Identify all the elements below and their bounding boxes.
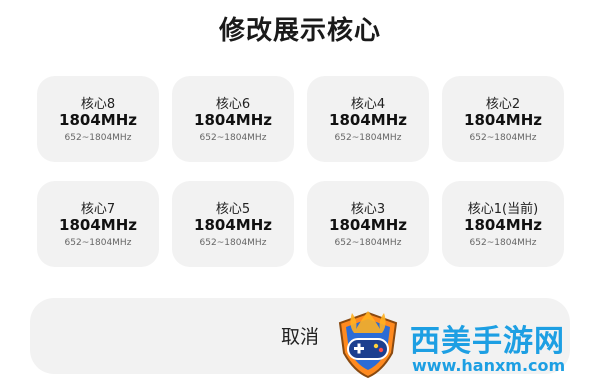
gamepad-shield-logo-icon bbox=[338, 311, 398, 379]
core-name: 核心4 bbox=[350, 97, 386, 112]
watermark-url: www.hanxm.com bbox=[412, 356, 566, 375]
core-frequency-range: 652~1804MHz bbox=[334, 133, 402, 143]
core-frequency: 1804MHz bbox=[59, 111, 137, 129]
core-frequency: 1804MHz bbox=[194, 216, 272, 234]
core-frequency: 1804MHz bbox=[464, 111, 542, 129]
core-name: 核心3 bbox=[350, 202, 386, 217]
core-card-2[interactable]: 核心2 1804MHz 652~1804MHz bbox=[442, 76, 564, 162]
core-card-8[interactable]: 核心8 1804MHz 652~1804MHz bbox=[37, 76, 159, 162]
core-card-1-current[interactable]: 核心1(当前) 1804MHz 652~1804MHz bbox=[442, 181, 564, 267]
core-name: 核心1(当前) bbox=[467, 202, 539, 217]
core-frequency-range: 652~1804MHz bbox=[469, 133, 537, 143]
core-name: 核心5 bbox=[215, 202, 251, 217]
core-name: 核心2 bbox=[485, 97, 521, 112]
core-frequency-range: 652~1804MHz bbox=[199, 133, 267, 143]
core-frequency-range: 652~1804MHz bbox=[64, 238, 132, 248]
core-frequency-range: 652~1804MHz bbox=[199, 238, 267, 248]
core-frequency-range: 652~1804MHz bbox=[334, 238, 402, 248]
core-frequency: 1804MHz bbox=[329, 111, 407, 129]
core-name: 核心7 bbox=[80, 202, 116, 217]
core-name: 核心8 bbox=[80, 97, 116, 112]
core-card-4[interactable]: 核心4 1804MHz 652~1804MHz bbox=[307, 76, 429, 162]
core-grid: 核心8 1804MHz 652~1804MHz 核心6 1804MHz 652~… bbox=[0, 0, 600, 290]
core-frequency: 1804MHz bbox=[464, 216, 542, 234]
core-card-3[interactable]: 核心3 1804MHz 652~1804MHz bbox=[307, 181, 429, 267]
core-frequency-range: 652~1804MHz bbox=[64, 133, 132, 143]
core-card-5[interactable]: 核心5 1804MHz 652~1804MHz bbox=[172, 181, 294, 267]
core-frequency-range: 652~1804MHz bbox=[469, 238, 537, 248]
core-card-7[interactable]: 核心7 1804MHz 652~1804MHz bbox=[37, 181, 159, 267]
core-name: 核心6 bbox=[215, 97, 251, 112]
core-frequency: 1804MHz bbox=[59, 216, 137, 234]
core-frequency: 1804MHz bbox=[329, 216, 407, 234]
watermark-brand: 西美手游网 bbox=[410, 324, 565, 359]
core-card-6[interactable]: 核心6 1804MHz 652~1804MHz bbox=[172, 76, 294, 162]
core-frequency: 1804MHz bbox=[194, 111, 272, 129]
